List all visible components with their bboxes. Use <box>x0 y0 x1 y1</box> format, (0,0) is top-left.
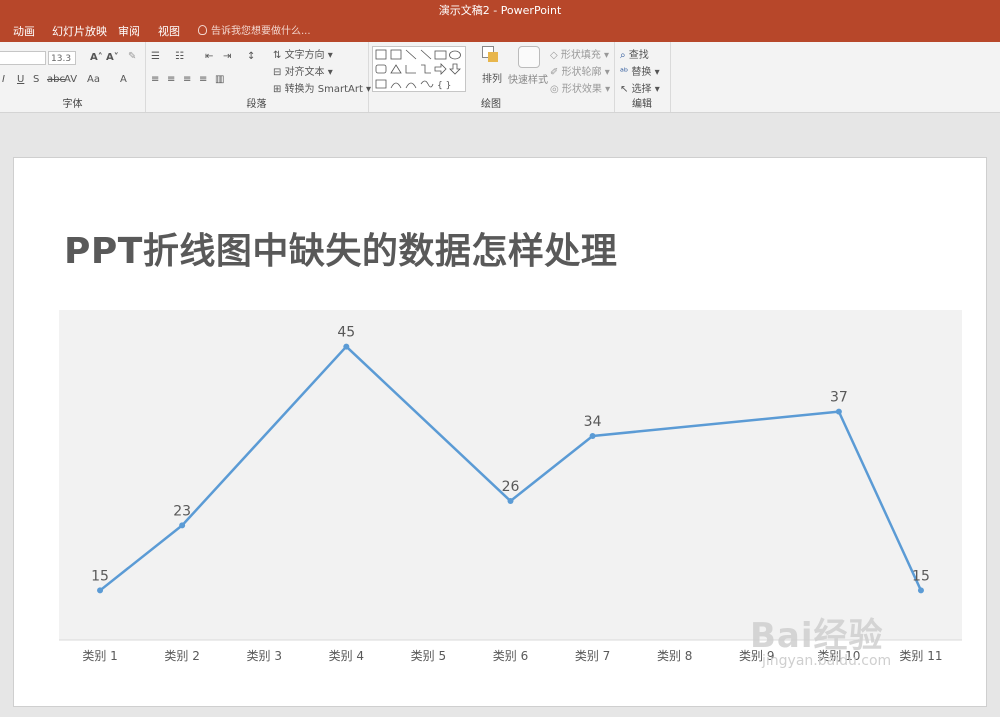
font-size-value: 13.3 <box>51 54 72 64</box>
arrange-button[interactable]: 排列 <box>482 46 502 85</box>
font-name-dropdown[interactable] <box>0 51 46 65</box>
font-group: 13.3 A˄ A˅ ✎ I U S abc AV Aa A 字体 <box>0 42 146 112</box>
shape-effects-label: 形状效果 <box>561 84 602 95</box>
quick-styles-icon <box>518 46 540 68</box>
decrease-indent-icon[interactable]: ⇤ <box>205 51 213 62</box>
tab-view[interactable]: 视图 <box>158 22 180 42</box>
text-direction-label: 文字方向 <box>284 50 325 61</box>
window-title: 演示文稿2 - PowerPoint <box>438 4 562 17</box>
svg-text:{ }: { } <box>437 81 451 91</box>
smartart-icon: ⊞ <box>273 84 285 95</box>
strikethrough-icon[interactable]: abc <box>47 74 65 85</box>
lightbulb-icon <box>198 25 207 35</box>
drawing-group-label: 绘图 <box>481 99 501 110</box>
increase-indent-icon[interactable]: ⇥ <box>223 51 231 62</box>
ribbon-tab-bar: 动画 幻灯片放映 审阅 视图 告诉我您想要做什么... <box>0 22 1000 42</box>
align-left-icon[interactable]: ≡ <box>151 74 159 85</box>
shape-outline-label: 形状轮廓 <box>561 67 602 78</box>
drawing-group: { } 排列 快速样式 ◇ 形状填充 ▾ ✐ 形状轮廓 ▾ ◎ 形状效果 ▾ 绘… <box>368 42 615 112</box>
replace-label: 替换 <box>631 67 652 78</box>
numbering-icon[interactable]: ☷ <box>175 51 184 62</box>
find-label: 查找 <box>628 50 649 61</box>
ribbon: 13.3 A˄ A˅ ✎ I U S abc AV Aa A 字体 ☰ ☷ ⇤ … <box>0 42 1000 113</box>
quick-styles-button[interactable]: 快速样式 <box>508 46 548 86</box>
effects-icon: ◎ <box>550 84 562 95</box>
editing-group: ⌕ 查找 ᵃᵇ 替换 ▾ ↖ 选择 ▾ 编辑 <box>614 42 671 112</box>
watermark-main: Bai经验 <box>750 616 884 656</box>
shadow-icon[interactable]: S <box>33 74 39 85</box>
tell-me-search[interactable]: 告诉我您想要做什么... <box>198 22 311 42</box>
tab-review[interactable]: 审阅 <box>118 22 140 42</box>
shapes-gallery-icons: { } <box>375 49 461 91</box>
shape-outline-button[interactable]: ✐ 形状轮廓 ▾ <box>550 63 610 78</box>
align-center-icon[interactable]: ≡ <box>167 74 175 85</box>
find-button[interactable]: ⌕ 查找 <box>620 46 649 61</box>
font-group-label: 字体 <box>62 99 83 110</box>
window-title-bar: 演示文稿2 - PowerPoint <box>0 0 1000 22</box>
cursor-icon: ↖ <box>620 84 632 95</box>
convert-smartart-label: 转换为 SmartArt <box>284 84 363 95</box>
align-text-label: 对齐文本 <box>284 67 325 78</box>
select-button[interactable]: ↖ 选择 ▾ <box>620 80 660 95</box>
shrink-font-icon[interactable]: A˅ <box>106 52 119 63</box>
arrange-label: 排列 <box>482 74 502 85</box>
align-text-icon: ⊟ <box>273 67 285 78</box>
paint-bucket-icon: ◇ <box>550 50 561 61</box>
text-direction-button[interactable]: ⇅ 文字方向 ▾ <box>273 46 333 61</box>
replace-button[interactable]: ᵃᵇ 替换 ▾ <box>620 63 660 78</box>
shapes-gallery[interactable]: { } <box>372 46 466 92</box>
paragraph-group: ☰ ☷ ⇤ ⇥ ↕ ≡ ≡ ≡ ≡ ▥ ⇅ 文字方向 ▾ ⊟ 对齐文本 ▾ ⊞ … <box>145 42 371 112</box>
grow-font-icon[interactable]: A˄ <box>90 52 103 63</box>
pen-icon: ✐ <box>550 67 562 78</box>
replace-icon: ᵃᵇ <box>620 67 632 78</box>
text-direction-icon: ⇅ <box>273 50 285 61</box>
chart-plot-area[interactable] <box>59 310 962 640</box>
shape-fill-button[interactable]: ◇ 形状填充 ▾ <box>550 46 609 61</box>
select-label: 选择 <box>631 84 652 95</box>
arrange-icon <box>482 46 500 64</box>
tell-me-placeholder: 告诉我您想要做什么... <box>211 26 311 37</box>
search-icon: ⌕ <box>620 50 629 61</box>
char-spacing-icon[interactable]: AV <box>64 74 77 85</box>
editing-group-label: 编辑 <box>632 99 652 110</box>
shape-fill-label: 形状填充 <box>560 50 601 61</box>
line-spacing-icon[interactable]: ↕ <box>247 51 255 62</box>
change-case-icon[interactable]: Aa <box>87 74 100 85</box>
italic-icon[interactable]: I <box>2 74 5 85</box>
underline-icon[interactable]: U <box>17 74 24 85</box>
tab-slideshow[interactable]: 幻灯片放映 <box>52 22 107 42</box>
shape-effects-button[interactable]: ◎ 形状效果 ▾ <box>550 80 610 95</box>
paragraph-group-label: 段落 <box>246 99 267 110</box>
convert-smartart-button[interactable]: ⊞ 转换为 SmartArt ▾ <box>273 80 371 95</box>
bullets-icon[interactable]: ☰ <box>151 51 160 62</box>
align-text-button[interactable]: ⊟ 对齐文本 ▾ <box>273 63 333 78</box>
slide-title[interactable]: PPT折线图中缺失的数据怎样处理 <box>64 222 617 274</box>
tab-animations[interactable]: 动画 <box>13 22 35 42</box>
font-color-icon[interactable]: A <box>120 74 127 85</box>
clear-format-icon[interactable]: ✎ <box>128 51 136 62</box>
watermark-logo: Bai经验 jingyan.baidu.com <box>750 608 891 669</box>
justify-icon[interactable]: ≡ <box>199 74 207 85</box>
quick-styles-label: 快速样式 <box>508 75 548 86</box>
font-size-dropdown[interactable]: 13.3 <box>48 51 76 65</box>
columns-icon[interactable]: ▥ <box>215 74 224 85</box>
align-right-icon[interactable]: ≡ <box>183 74 191 85</box>
